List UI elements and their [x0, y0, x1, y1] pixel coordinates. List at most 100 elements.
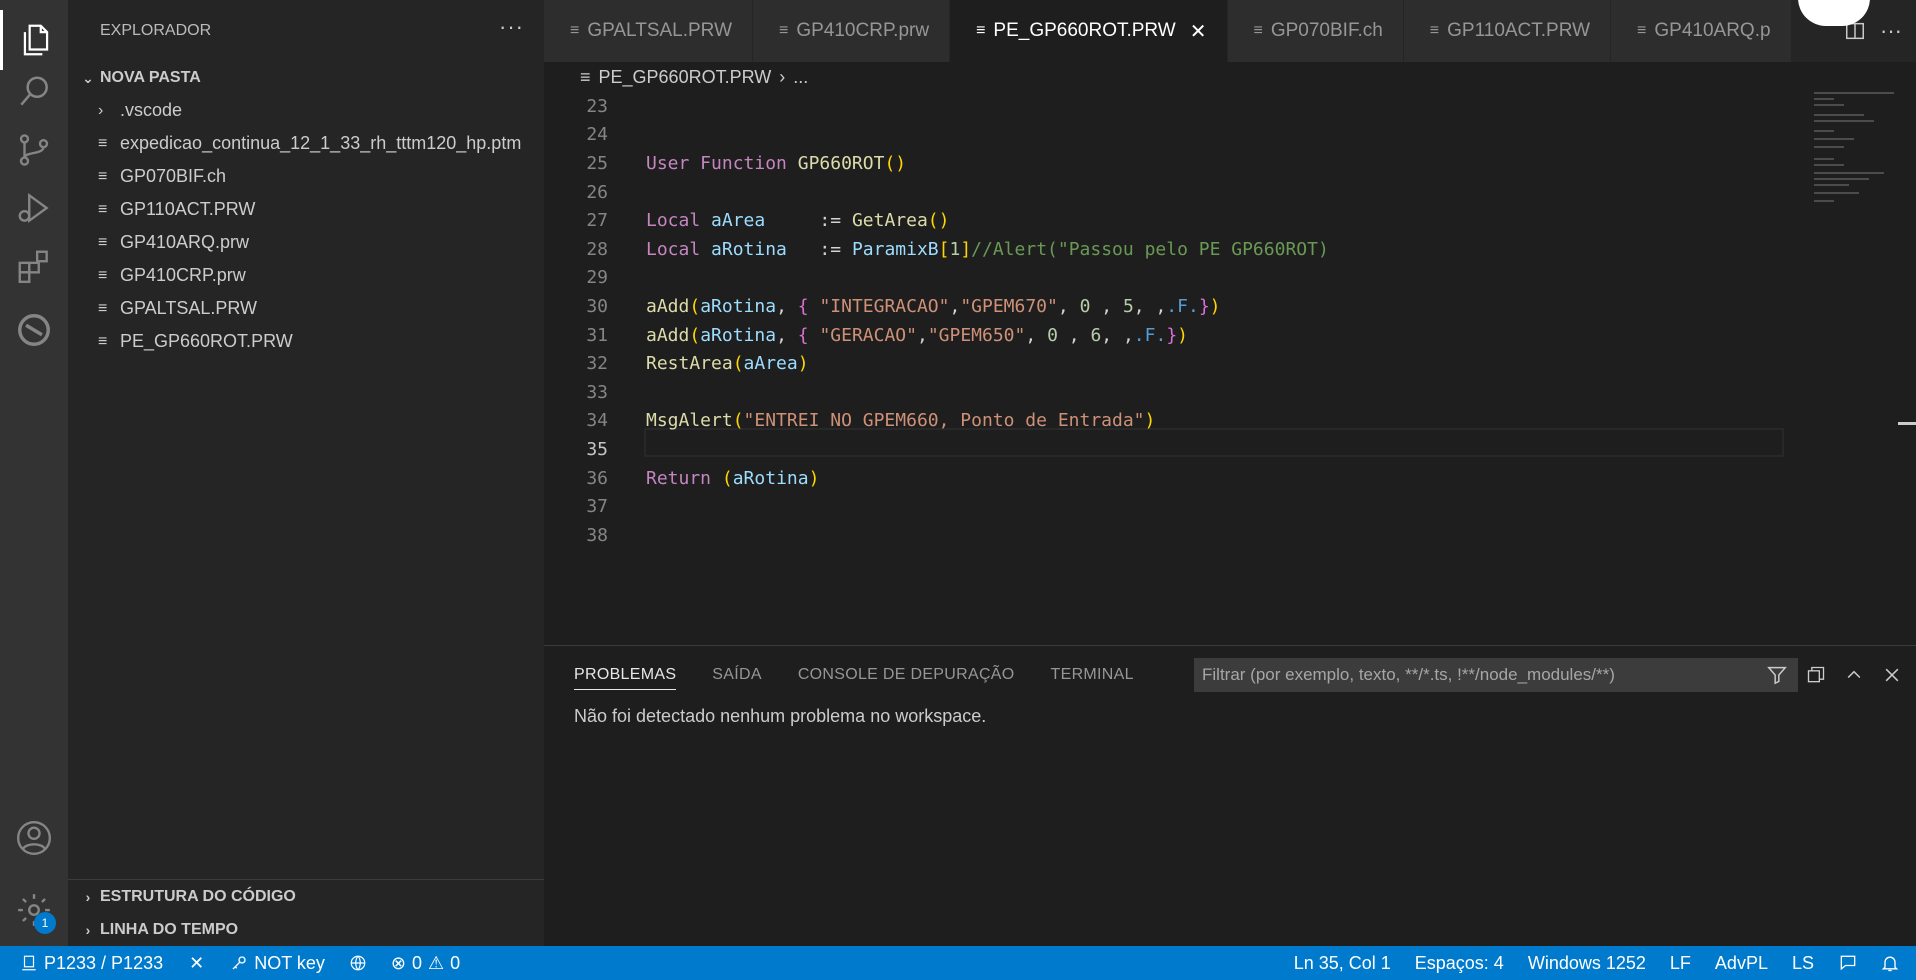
status-bar: P1233 / P1233 ✕ NOT key ⊗ 0 ⚠ 0 Ln 35, C…	[0, 946, 1916, 980]
tab-debug-console[interactable]: CONSOLE DE DEPURAÇÃO	[798, 646, 1015, 704]
feedback-icon[interactable]	[1826, 946, 1870, 980]
chevron-up-icon[interactable]	[1844, 665, 1864, 685]
tab-gp410arq[interactable]: ≡ GP410ARQ.p	[1611, 0, 1792, 62]
file-lines-icon: ≡	[976, 22, 986, 39]
key-label: NOT key	[254, 952, 325, 973]
tree-item-file[interactable]: ≡ expedicao_continua_12_1_33_rh_tttm120_…	[68, 127, 544, 160]
code-line[interactable]: 27 Local aArea := GetArea()	[544, 206, 1784, 235]
totvs-icon[interactable]	[0, 300, 68, 360]
breadcrumb-more[interactable]: ...	[793, 67, 808, 88]
line-number: 27	[586, 210, 608, 232]
close-connection-button[interactable]: ✕	[173, 946, 220, 980]
notifications-bell-icon[interactable]	[1870, 946, 1916, 980]
tree-item-file[interactable]: ≡ PE_GP660ROT.PRW	[68, 325, 544, 358]
connection-status[interactable]: P1233 / P1233	[0, 946, 173, 980]
code-line[interactable]: 36 Return (aRotina)	[544, 464, 1784, 493]
code-line[interactable]: 25 User Function GP660ROT()	[544, 149, 1784, 178]
tree-item-file[interactable]: ≡ GPALTSAL.PRW	[68, 292, 544, 325]
more-actions-icon[interactable]: ···	[1880, 18, 1902, 44]
code-line[interactable]: 24	[544, 121, 1784, 150]
tab-output[interactable]: SAÍDA	[712, 646, 762, 704]
bottom-panel: PROBLEMAS SAÍDA CONSOLE DE DEPURAÇÃO TER…	[544, 645, 1916, 946]
line-number: 23	[586, 95, 608, 117]
code-line[interactable]: 26	[544, 178, 1784, 207]
close-icon[interactable]: ✕	[1190, 19, 1207, 44]
extensions-icon[interactable]	[0, 236, 68, 296]
warning-icon: ⚠	[428, 952, 445, 973]
run-debug-icon[interactable]	[0, 178, 68, 238]
language-mode[interactable]: AdvPL	[1703, 946, 1780, 980]
code-line[interactable]: 35	[544, 435, 1784, 464]
tab-gpaltsal[interactable]: ≡ GPALTSAL.PRW	[544, 0, 753, 62]
code-line[interactable]: 30 aAdd(aRotina, { "INTEGRACAO","GPEM670"…	[544, 292, 1784, 321]
tab-gp070bif[interactable]: ≡ GP070BIF.ch	[1227, 0, 1404, 62]
file-lines-icon: ≡	[779, 22, 789, 39]
chevron-down-icon: ⌄	[82, 69, 94, 86]
code-line[interactable]: 29	[544, 264, 1784, 293]
cursor-position[interactable]: Ln 35, Col 1	[1282, 946, 1403, 980]
code-line[interactable]: 28 Local aRotina := ParamixB[1]//Alert("P…	[544, 235, 1784, 264]
code-text: Local aArea := GetArea()	[646, 210, 950, 232]
tab-label: GP110ACT.PRW	[1447, 20, 1591, 41]
source-control-icon[interactable]	[0, 120, 68, 180]
outline-section-header[interactable]: › ESTRUTURA DO CÓDIGO	[68, 880, 544, 913]
timeline-section-header[interactable]: › LINHA DO TEMPO	[68, 913, 544, 946]
encoding[interactable]: Windows 1252	[1516, 946, 1658, 980]
file-lines-icon: ≡	[98, 167, 108, 185]
line-number: 30	[586, 295, 608, 317]
more-actions-icon[interactable]: ···	[499, 14, 524, 40]
ls-status[interactable]: LS	[1780, 946, 1826, 980]
tab-gp410crp[interactable]: ≡ GP410CRP.prw	[753, 0, 951, 62]
tab-problems[interactable]: PROBLEMAS	[574, 660, 677, 690]
line-number: 35	[586, 438, 608, 460]
file-lines-icon: ≡	[98, 299, 108, 317]
close-icon[interactable]	[1882, 665, 1902, 685]
settings-gear-icon[interactable]: 1	[0, 880, 68, 940]
code-line[interactable]: 31 aAdd(aRotina, { "GERACAO","GPEM650", 0…	[544, 321, 1784, 350]
collapse-all-icon[interactable]	[1806, 665, 1826, 685]
tab-label: GP410CRP.prw	[796, 20, 930, 41]
tab-pe-gp660rot[interactable]: ≡ PE_GP660ROT.PRW ✕	[950, 0, 1228, 62]
problems-filter-input[interactable]: Filtrar (por exemplo, texto, **/*.ts, !*…	[1194, 658, 1798, 692]
editor-actions: ···	[1796, 0, 1916, 62]
indentation[interactable]: Espaços: 4	[1403, 946, 1516, 980]
panel-tabs: PROBLEMAS SAÍDA CONSOLE DE DEPURAÇÃO TER…	[544, 646, 1170, 704]
tree-item-label: PE_GP660ROT.PRW	[120, 331, 293, 351]
tree-item-file[interactable]: ≡ GP110ACT.PRW	[68, 193, 544, 226]
search-icon[interactable]	[0, 62, 68, 122]
tree-item-file[interactable]: ≡ GP410CRP.prw	[68, 259, 544, 292]
file-lines-icon: ≡	[98, 332, 108, 350]
problems-status[interactable]: ⊗ 0 ⚠ 0	[381, 946, 470, 980]
globe-icon[interactable]	[335, 946, 381, 980]
file-lines-icon: ≡	[1253, 22, 1263, 39]
tab-gp110act[interactable]: ≡ GP110ACT.PRW	[1403, 0, 1612, 62]
code-line[interactable]: 23	[544, 92, 1784, 121]
minimap[interactable]	[1796, 92, 1916, 645]
code-text: RestArea(aArea)	[646, 353, 809, 375]
code-editor[interactable]: 23 24 25 User Function GP660ROT() 26 27 Lo…	[544, 92, 1916, 645]
tree-item-file[interactable]: ≡ GP410ARQ.prw	[68, 226, 544, 259]
end-of-line[interactable]: LF	[1658, 946, 1703, 980]
code-line[interactable]: 34 MsgAlert("ENTREI NO GPEM660, Ponto de …	[544, 407, 1784, 436]
explorer-sidebar: EXPLORADOR ··· ⌄ NOVA PASTA › .vscode ≡ …	[68, 0, 544, 946]
breadcrumb-file[interactable]: PE_GP660ROT.PRW	[599, 67, 772, 88]
code-line[interactable]: 38	[544, 521, 1784, 550]
account-icon[interactable]	[0, 808, 68, 868]
file-lines-icon: ≡	[98, 134, 108, 152]
chevron-right-icon: ›	[85, 921, 91, 938]
files-icon[interactable]	[0, 10, 68, 70]
line-number: 33	[586, 381, 608, 403]
line-number: 37	[586, 496, 608, 518]
tree-item-file[interactable]: ≡ GP070BIF.ch	[68, 160, 544, 193]
code-line[interactable]: 33	[544, 378, 1784, 407]
code-line[interactable]: 32 RestArea(aArea)	[544, 349, 1784, 378]
tree-item-vscode[interactable]: › .vscode	[68, 94, 544, 127]
code-line[interactable]: 37	[544, 492, 1784, 521]
scrollbar-position[interactable]	[1898, 422, 1916, 425]
key-status[interactable]: NOT key	[220, 946, 335, 980]
problems-message: Não foi detectado nenhum problema no wor…	[574, 706, 987, 726]
filter-placeholder: Filtrar (por exemplo, texto, **/*.ts, !*…	[1202, 665, 1615, 684]
tab-terminal[interactable]: TERMINAL	[1051, 646, 1134, 704]
folder-header[interactable]: ⌄ NOVA PASTA	[68, 62, 544, 94]
filter-icon[interactable]	[1766, 664, 1788, 686]
